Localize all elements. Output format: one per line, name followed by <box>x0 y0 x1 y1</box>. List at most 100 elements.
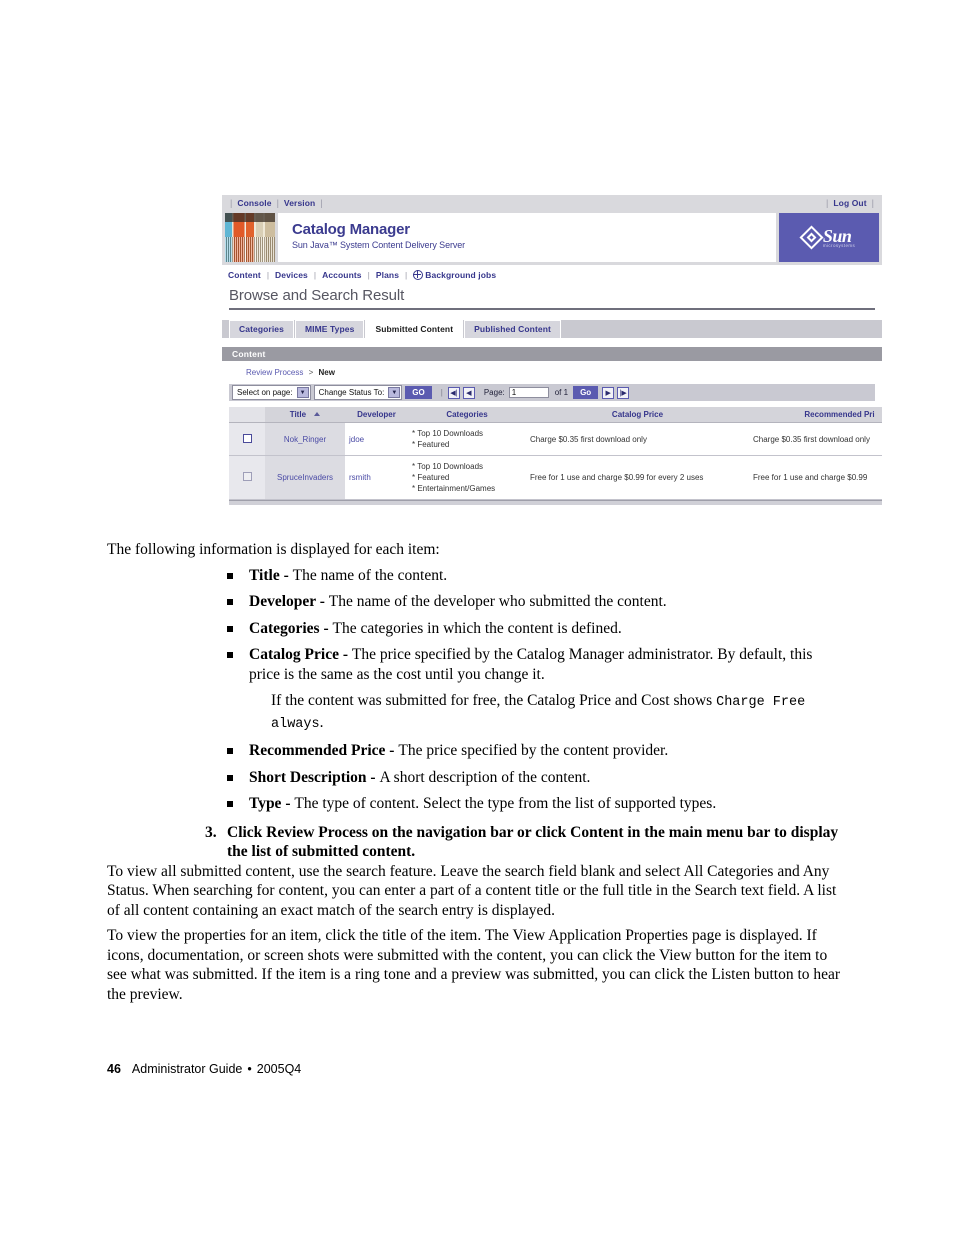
app-title: Catalog Manager <box>292 221 410 238</box>
tab-mime-types[interactable]: MIME Types <box>294 320 365 338</box>
table-row: Nok_Ringer jdoe * Top 10 Downloads * Fea… <box>229 422 882 456</box>
next-page-icon[interactable]: ▶ <box>602 386 615 399</box>
select-on-page-dropdown[interactable]: Select on page: ▼ <box>232 385 311 400</box>
section-header-label: Content <box>232 349 266 359</box>
toolbar-separator: | <box>440 388 443 397</box>
app-subtitle: Sun Java™ System Content Delivery Server <box>292 240 466 250</box>
category-item: * Featured <box>412 440 450 449</box>
bullet-text: The name of the developer who submitted … <box>328 593 667 610</box>
page-number-input[interactable]: 1 <box>508 387 549 398</box>
table-body: Nok_Ringer jdoe * Top 10 Downloads * Fea… <box>229 422 882 500</box>
bullet-term: Developer - <box>249 593 329 610</box>
note-lead: If the content was submitted for free, t… <box>271 692 717 709</box>
table-row: SpruceInvaders rsmith * Top 10 Downloads… <box>229 455 882 500</box>
row-checkbox[interactable] <box>242 433 252 443</box>
last-page-icon[interactable]: |▶ <box>617 386 630 399</box>
column-header-categories[interactable]: Categories <box>408 407 526 423</box>
bullet-text: The price specified by the content provi… <box>398 742 669 759</box>
separator: | <box>320 198 323 208</box>
note-end: . <box>319 713 324 731</box>
numbered-step-3: 3. Click Review Process on the navigatio… <box>107 823 847 862</box>
page-footer: 46 Administrator Guide • 2005Q4 <box>107 1062 301 1076</box>
row-catalog-price: Free for 1 use and charge $0.99 for ever… <box>526 455 749 500</box>
row-recommended-price: Charge $0.35 first download only <box>749 422 882 456</box>
row-recommended-price: Free for 1 use and charge $0.99 <box>749 455 882 500</box>
sun-logo: Sun microsystems <box>779 213 879 262</box>
version-link[interactable]: Version <box>284 198 315 208</box>
previous-page-icon[interactable]: ◀ <box>462 386 475 399</box>
separator: | <box>266 270 270 280</box>
console-link[interactable]: Console <box>237 198 271 208</box>
column-header-title-label: Title <box>289 410 307 419</box>
row-checkbox-cell[interactable] <box>229 455 265 500</box>
list-item: Title - The name of the content. <box>227 566 847 586</box>
tab-published-content[interactable]: Published Content <box>464 320 561 338</box>
row-catalog-price: Charge $0.35 first download only <box>526 422 749 456</box>
utility-bar-right: | Log Out | <box>821 198 879 208</box>
column-header-catalog-price[interactable]: Catalog Price <box>526 407 749 423</box>
table-header: Title Developer Categories Catalog Price… <box>229 407 882 423</box>
body-paragraph-1: To view all submitted content, use the s… <box>107 862 837 919</box>
globe-icon <box>413 270 424 280</box>
intro-paragraph: The following information is displayed f… <box>107 541 440 558</box>
table-footer-bar <box>229 500 882 505</box>
page-label: Page: <box>483 388 505 397</box>
page-title: Browse and Search Result <box>229 287 405 304</box>
list-item: Type - The type of content. Select the t… <box>227 794 847 814</box>
masthead: Catalog Manager Sun Java™ System Content… <box>222 211 882 265</box>
books-thumbnail-image <box>225 213 275 262</box>
column-header-checkbox <box>229 407 265 423</box>
list-item: Short Description - A short description … <box>227 768 847 788</box>
separator: | <box>276 198 279 208</box>
section-header-bar: Content <box>222 347 882 361</box>
bullet-text: The name of the content. <box>292 566 448 584</box>
bullet-term: Title - <box>249 566 293 584</box>
catalog-price-note: If the content was submitted for free, t… <box>271 691 847 734</box>
sun-wordmark: Sun <box>822 225 852 246</box>
column-header-developer[interactable]: Developer <box>345 407 408 423</box>
first-page-icon[interactable]: ◀| <box>447 386 460 399</box>
row-checkbox-cell[interactable] <box>229 422 265 456</box>
column-header-title[interactable]: Title <box>265 407 345 423</box>
column-header-recommended-price[interactable]: Recommended Pri <box>749 407 882 423</box>
separator: | <box>826 198 829 208</box>
row-developer: rsmith <box>345 455 408 500</box>
nav-item-plans[interactable]: Plans <box>376 270 399 280</box>
row-categories: * Top 10 Downloads * Featured <box>408 422 526 456</box>
log-out-link[interactable]: Log Out <box>833 198 866 208</box>
tab-categories[interactable]: Categories <box>229 320 294 338</box>
breadcrumb-review-process-link[interactable]: Review Process <box>246 368 303 377</box>
row-checkbox[interactable] <box>242 472 252 481</box>
change-status-to-dropdown[interactable]: Change Status To: ▼ <box>313 385 403 400</box>
tab-submitted-content[interactable]: Submitted Content <box>365 320 464 338</box>
go-status-button[interactable]: GO <box>405 386 432 399</box>
sun-tagline: microsystems <box>822 242 856 248</box>
row-title-link[interactable]: SpruceInvaders <box>265 455 345 500</box>
nav-item-background-jobs[interactable]: Background jobs <box>425 270 496 280</box>
list-item: Developer - The name of the developer wh… <box>227 592 847 612</box>
change-status-to-label: Change Status To: <box>318 388 385 397</box>
category-item: * Entertainment/Games <box>412 484 496 493</box>
footer-guide-title: Administrator Guide <box>131 1062 243 1076</box>
bullet-term: Type - <box>249 795 295 812</box>
row-title-link[interactable]: Nok_Ringer <box>265 422 345 456</box>
bullet-term: Recommended Price - <box>249 742 399 759</box>
list-item: Categories - The categories in which the… <box>227 619 847 639</box>
sun-diamond-icon <box>799 225 824 250</box>
bullet-text: A short description of the content. <box>379 768 591 786</box>
masthead-title-block: Catalog Manager Sun Java™ System Content… <box>278 213 776 262</box>
nav-item-content[interactable]: Content <box>228 270 261 280</box>
bullet-term: Catalog Price - <box>249 646 352 663</box>
list-item: Catalog Price - The price specified by t… <box>227 645 847 734</box>
title-divider <box>229 308 875 310</box>
main-navigation-bar: Content | Devices | Accounts | Plans | B… <box>222 265 882 285</box>
go-page-button[interactable]: Go <box>573 386 599 399</box>
nav-item-accounts[interactable]: Accounts <box>322 270 362 280</box>
breadcrumb-separator: > <box>308 368 314 377</box>
page-title-row: Browse and Search Result <box>222 285 882 305</box>
information-bullet-list: Title - The name of the content. Develop… <box>227 566 847 814</box>
chevron-down-icon: ▼ <box>296 387 309 398</box>
sun-logo-wrap: Sun microsystems <box>799 225 856 250</box>
nav-item-devices[interactable]: Devices <box>275 270 308 280</box>
tab-strip: Categories MIME Types Submitted Content … <box>222 320 882 338</box>
